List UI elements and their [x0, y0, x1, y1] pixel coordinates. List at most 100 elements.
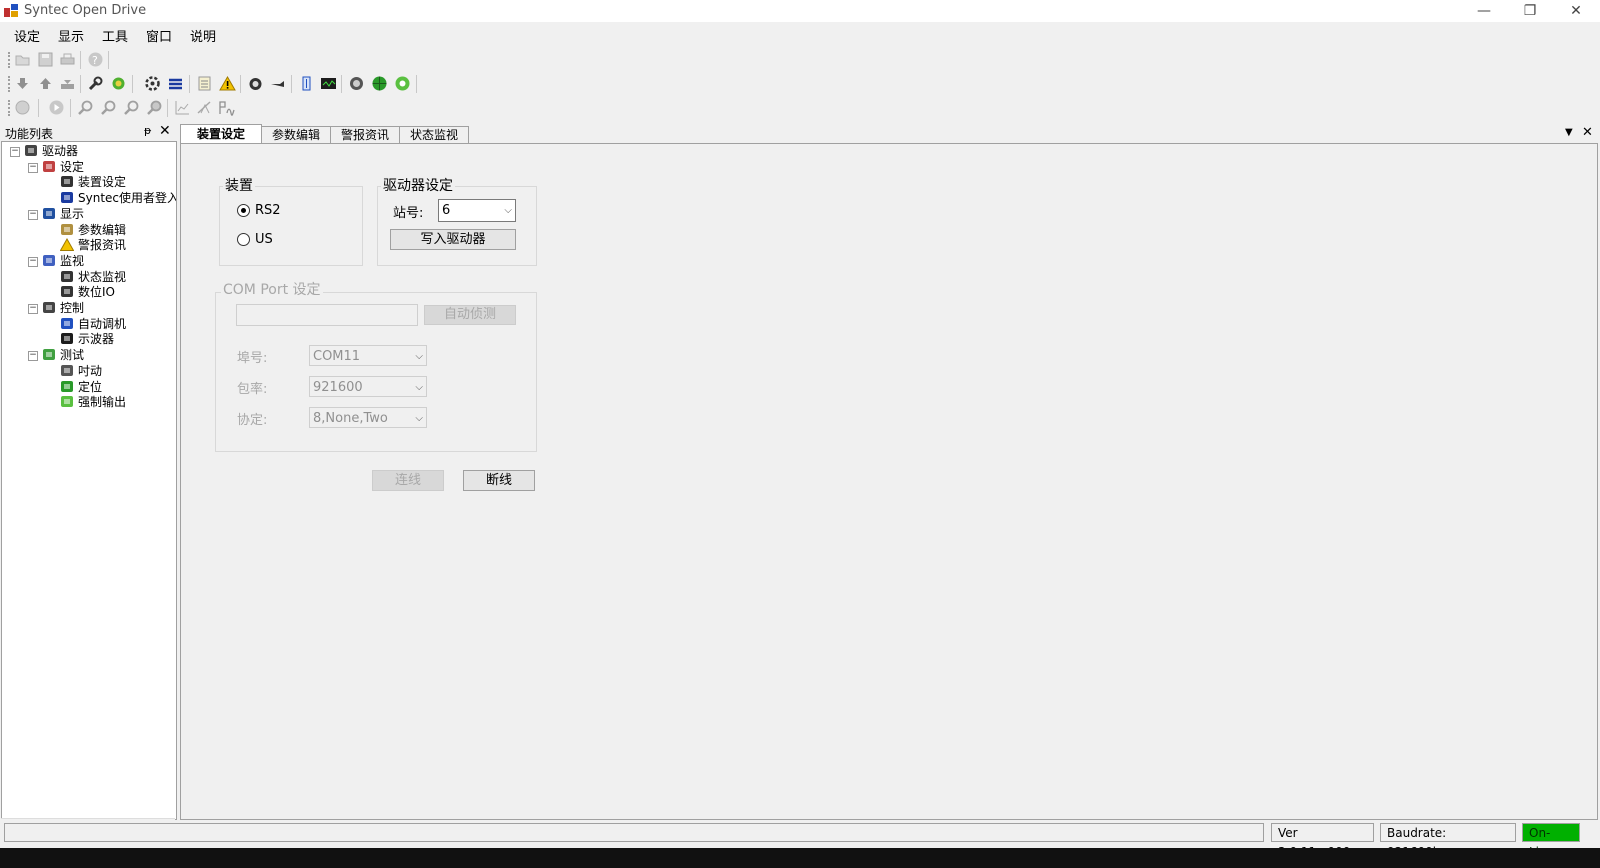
tree-item-jog[interactable]: 吋动 [60, 363, 102, 379]
play-icon[interactable] [48, 99, 65, 116]
print-icon[interactable] [59, 51, 76, 68]
tree-collapse-toggle[interactable]: − [10, 147, 20, 157]
toolbar-grip[interactable] [8, 76, 13, 92]
waveform-icon[interactable] [218, 99, 235, 116]
tree-item-digital-io[interactable]: 数位IO [60, 284, 115, 300]
port-select[interactable]: COM11 ⌵ [309, 345, 427, 366]
warning-icon[interactable] [219, 75, 236, 92]
tab-param-edit[interactable]: 参数编辑 [261, 126, 331, 144]
menu-help[interactable]: 说明 [190, 26, 216, 45]
com-path-input[interactable] [236, 304, 418, 326]
download-icon[interactable] [14, 75, 31, 92]
tree-collapse-toggle[interactable]: − [28, 351, 38, 362]
write-driver-button[interactable]: 写入驱动器 [390, 229, 516, 250]
tree-item-monitor[interactable]: 监视 [42, 253, 84, 269]
tree-item-warning[interactable]: 警报资讯 [59, 237, 126, 253]
side-panel-title: 功能列表 [5, 127, 54, 141]
menu-settings[interactable]: 设定 [14, 26, 40, 45]
import-icon[interactable] [59, 75, 76, 92]
close-window-button[interactable]: ✕ [1554, 0, 1598, 22]
tab-status-monitor[interactable]: 状态监视 [399, 126, 469, 144]
baud-label: 包率: [237, 382, 268, 397]
tree-collapse-toggle[interactable]: − [28, 209, 38, 220]
toolbar-grip[interactable] [8, 100, 13, 116]
chevron-down-icon: ⌵ [504, 205, 512, 216]
tab-list-dropdown-icon[interactable]: ▼ [1565, 127, 1573, 138]
tab-alarm-info[interactable]: 警报资讯 [330, 126, 400, 144]
measure-icon[interactable] [196, 99, 213, 116]
tab-device-setup[interactable]: 装置设定 [180, 124, 262, 145]
zoom-in-icon[interactable] [77, 99, 94, 116]
radio-rs2[interactable] [237, 204, 250, 217]
tree-item-display[interactable]: 显示 [42, 206, 84, 222]
radio-rs2-label[interactable]: RS2 [255, 203, 281, 218]
zoom-reset-icon[interactable] [146, 99, 163, 116]
drive-icon [24, 144, 38, 157]
auto-tune-icon[interactable] [298, 75, 315, 92]
tree-item-device-setup[interactable]: 装置设定 [60, 174, 126, 190]
connect-button[interactable]: 连线 [372, 470, 444, 491]
digital-io-icon[interactable] [269, 75, 286, 92]
tree-item-settings[interactable]: 设定 [42, 159, 84, 175]
baud-select[interactable]: 921600 ⌵ [309, 376, 427, 397]
tree-item-param-edit[interactable]: 参数编辑 [60, 222, 126, 238]
tree-item-test[interactable]: 测试 [42, 347, 84, 363]
user-login-icon[interactable] [167, 75, 184, 92]
zoom-fit-icon[interactable] [123, 99, 140, 116]
device-setup-icon[interactable] [144, 75, 161, 92]
tab-close-icon[interactable]: ✕ [1582, 125, 1593, 140]
refresh-icon[interactable] [110, 75, 127, 92]
tree-item-drive[interactable]: 驱动器 [24, 143, 78, 159]
device-group-label: 装置 [223, 175, 255, 195]
param-edit-icon[interactable] [196, 75, 213, 92]
toolbar-separator [70, 99, 71, 117]
port-label: 埠号: [237, 351, 268, 366]
upload-icon[interactable] [37, 75, 54, 92]
zoom-out-icon[interactable] [100, 99, 117, 116]
protocol-select[interactable]: 8,None,Two ⌵ [309, 407, 427, 428]
save-icon[interactable] [37, 51, 54, 68]
jog-icon[interactable] [348, 75, 365, 92]
tree-item-position[interactable]: 定位 [60, 379, 102, 395]
tree-collapse-toggle[interactable]: − [28, 304, 38, 314]
open-icon[interactable] [14, 51, 31, 68]
oscilloscope-icon[interactable] [320, 75, 337, 92]
stop-icon[interactable] [14, 99, 31, 116]
radio-us-label[interactable]: US [255, 232, 273, 247]
menu-display[interactable]: 显示 [58, 26, 84, 45]
chart-icon[interactable] [174, 99, 191, 116]
disconnect-button[interactable]: 断线 [463, 470, 535, 491]
chevron-down-icon: ⌵ [415, 351, 423, 362]
menu-window[interactable]: 窗口 [146, 26, 172, 45]
chevron-down-icon: ⌵ [415, 382, 423, 393]
pin-icon[interactable]: ᵽ [144, 124, 151, 137]
menu-tools[interactable]: 工具 [102, 26, 128, 45]
function-tree: − 驱动器 − 设定 装置设定 Syntec使用者登入 − 显示 参数编辑 警报资讯 − 监视 状态监视… [1, 141, 177, 820]
station-select[interactable]: 6 ⌵ [438, 199, 516, 222]
restore-button[interactable]: ❐ [1508, 0, 1552, 22]
help-icon[interactable]: ? [87, 51, 104, 68]
tree-item-auto-tune[interactable]: 自动调机 [60, 316, 126, 332]
toolbar-grip[interactable] [8, 52, 13, 68]
status-monitor-icon[interactable] [247, 75, 264, 92]
tree-collapse-toggle[interactable]: − [28, 162, 38, 173]
port-value: COM11 [313, 349, 361, 364]
side-panel-close-icon[interactable]: ✕ [159, 123, 171, 139]
tree-item-oscilloscope[interactable]: 示波器 [60, 331, 114, 347]
tree-item-user-login[interactable]: Syntec使用者登入 [60, 190, 176, 206]
tree-item-label: 参数编辑 [78, 222, 127, 237]
position-icon[interactable] [371, 75, 388, 92]
radio-us[interactable] [237, 233, 250, 246]
minimize-button[interactable]: — [1462, 0, 1506, 22]
tree-collapse-toggle[interactable]: − [28, 256, 38, 267]
tree-item-force-output[interactable]: 强制输出 [60, 394, 126, 410]
toolbar-file: ? [0, 48, 1600, 72]
app-icon [4, 4, 18, 17]
force-output-icon[interactable] [394, 75, 411, 92]
status-monitor-icon [60, 270, 74, 283]
tree-item-control[interactable]: 控制 [42, 300, 84, 316]
wrench-icon[interactable] [87, 75, 104, 92]
tree-item-label: 定位 [78, 379, 103, 394]
auto-detect-button[interactable]: 自动侦测 [424, 305, 516, 325]
tree-item-status-monitor[interactable]: 状态监视 [60, 269, 126, 285]
